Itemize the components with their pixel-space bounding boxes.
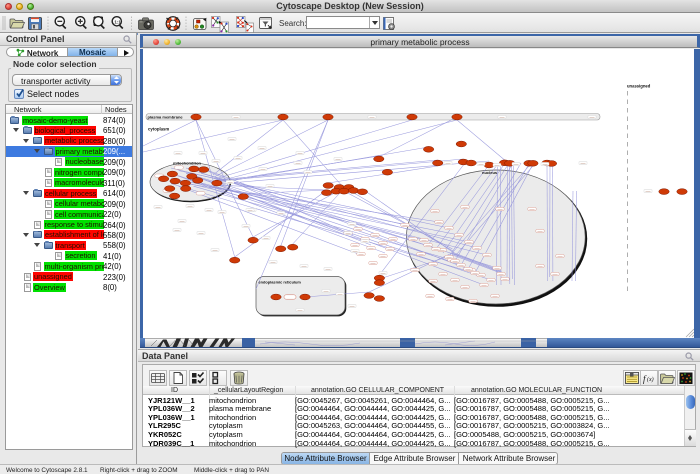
svg-text:unassigned: unassigned: [627, 84, 651, 89]
svg-text:mitochondrion: mitochondrion: [173, 161, 202, 166]
svg-text:cytoplasm: cytoplasm: [148, 127, 169, 132]
svg-text:nucleus: nucleus: [482, 170, 498, 175]
svg-text:(x): (x): [647, 376, 654, 383]
svg-text:endoplasmic reticulum: endoplasmic reticulum: [259, 279, 302, 284]
svg-text:1:1: 1:1: [114, 19, 121, 24]
svg-text:plasma membrane: plasma membrane: [148, 115, 184, 120]
